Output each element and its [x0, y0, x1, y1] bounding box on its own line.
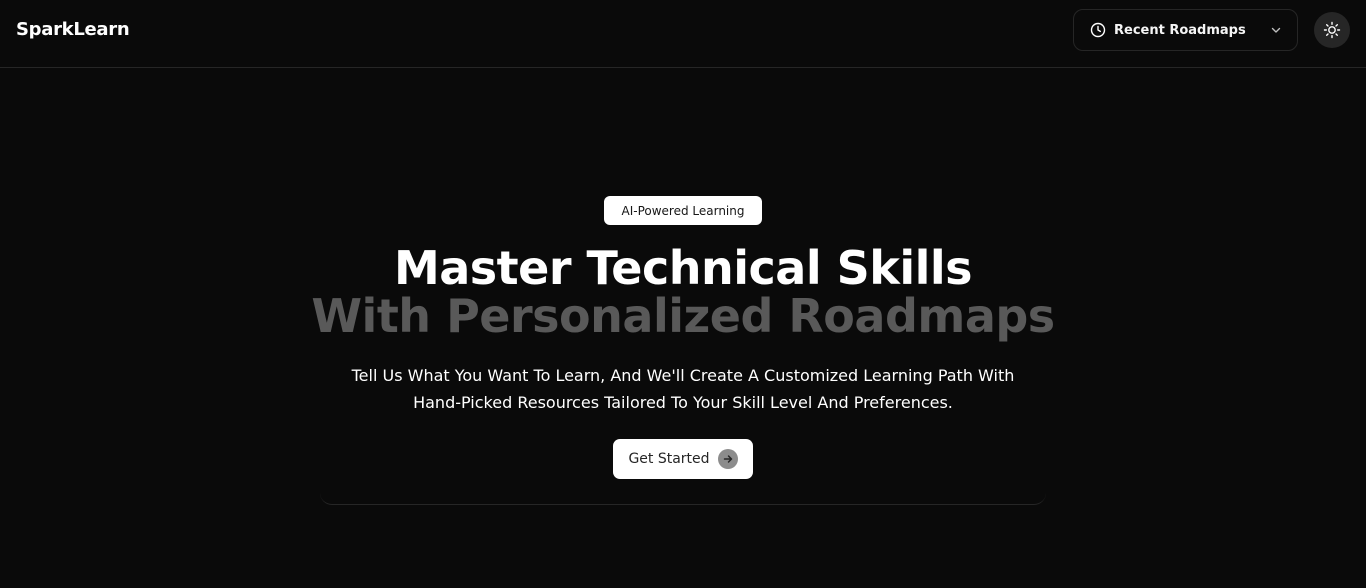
clock-icon: [1090, 22, 1106, 38]
chevron-down-icon: [1269, 23, 1283, 37]
ai-powered-badge: AI-Powered Learning: [604, 196, 762, 225]
top-navbar: SparkLearn Recent Roadmaps: [0, 0, 1366, 68]
arrow-right-icon: [717, 449, 738, 469]
recent-roadmaps-dropdown[interactable]: Recent Roadmaps: [1073, 9, 1298, 51]
hero-section: AI-Powered Learning Master Technical Ski…: [0, 68, 1366, 588]
recent-roadmaps-label: Recent Roadmaps: [1114, 22, 1246, 38]
sun-icon: [1323, 21, 1341, 39]
get-started-button[interactable]: Get Started: [613, 439, 753, 479]
theme-toggle-button[interactable]: [1314, 12, 1350, 48]
brand-logo[interactable]: SparkLearn: [16, 19, 130, 40]
get-started-label: Get Started: [628, 451, 710, 467]
hero-subtitle: Tell Us What You Want To Learn, And We'l…: [333, 362, 1033, 416]
hero-headline-secondary: With Personalized Roadmaps: [311, 289, 1055, 343]
hero-subtitle-line-1: Tell Us What You Want To Learn, And We'l…: [351, 366, 1015, 385]
hero-subtitle-line-2: Hand-Picked Resources Tailored To Your S…: [413, 393, 953, 412]
hero-card-bottom-border: [320, 492, 1046, 505]
